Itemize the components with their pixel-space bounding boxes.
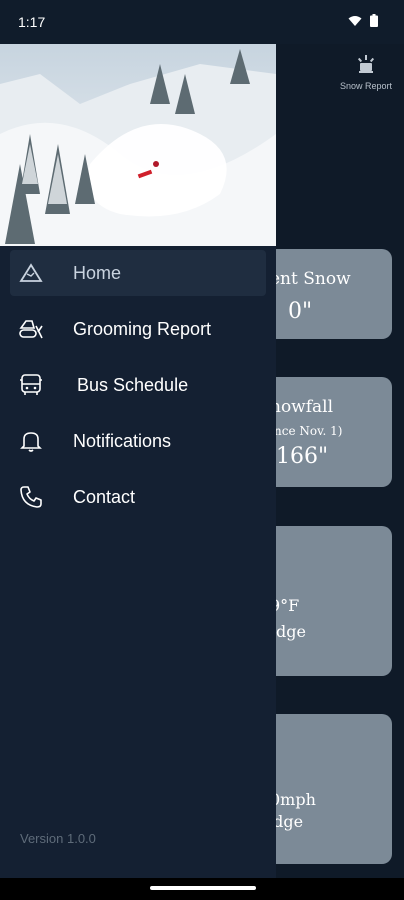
- menu-item-label: Grooming Report: [73, 318, 212, 339]
- menu-item-contact[interactable]: Contact: [10, 474, 266, 520]
- card-value: 0mph: [270, 790, 316, 809]
- menu-item-label: Contact: [73, 486, 136, 507]
- drawer-header-image: [0, 44, 276, 246]
- wifi-icon: [348, 15, 362, 26]
- bus-icon: [18, 372, 44, 398]
- skier-photo: [0, 44, 276, 246]
- navigation-drawer: Home Grooming Report Bus Schedule Notifi…: [0, 44, 276, 878]
- card-value: 166": [276, 444, 329, 469]
- status-time: 1:17: [18, 14, 46, 30]
- snow-report-label: Snow Report: [339, 81, 393, 91]
- battery-icon: [370, 14, 378, 27]
- bell-icon: [18, 428, 44, 454]
- menu-item-home[interactable]: Home: [10, 250, 266, 296]
- home-indicator[interactable]: [150, 886, 256, 890]
- snowcat-icon: [18, 316, 44, 342]
- mountain-icon: [18, 260, 44, 286]
- card-value: 0": [288, 299, 313, 324]
- status-icons: [348, 14, 378, 27]
- phone-icon: [18, 484, 44, 510]
- menu-item-label: Bus Schedule: [77, 374, 189, 395]
- menu-item-grooming-report[interactable]: Grooming Report: [10, 306, 266, 352]
- menu-item-label: Home: [73, 262, 122, 283]
- card-label: dge: [276, 622, 306, 641]
- snow-report-icon: [357, 55, 375, 73]
- snow-report-button[interactable]: Snow Report: [336, 50, 396, 91]
- menu-item-label: Notifications: [73, 430, 172, 451]
- drawer-menu: Home Grooming Report Bus Schedule Notifi…: [0, 250, 276, 530]
- menu-item-notifications[interactable]: Notifications: [10, 418, 266, 464]
- status-bar: 1:17: [0, 0, 404, 44]
- app-version: Version 1.0.0: [20, 831, 96, 846]
- system-navigation-bar: [0, 878, 404, 900]
- menu-item-bus-schedule[interactable]: Bus Schedule: [10, 362, 266, 408]
